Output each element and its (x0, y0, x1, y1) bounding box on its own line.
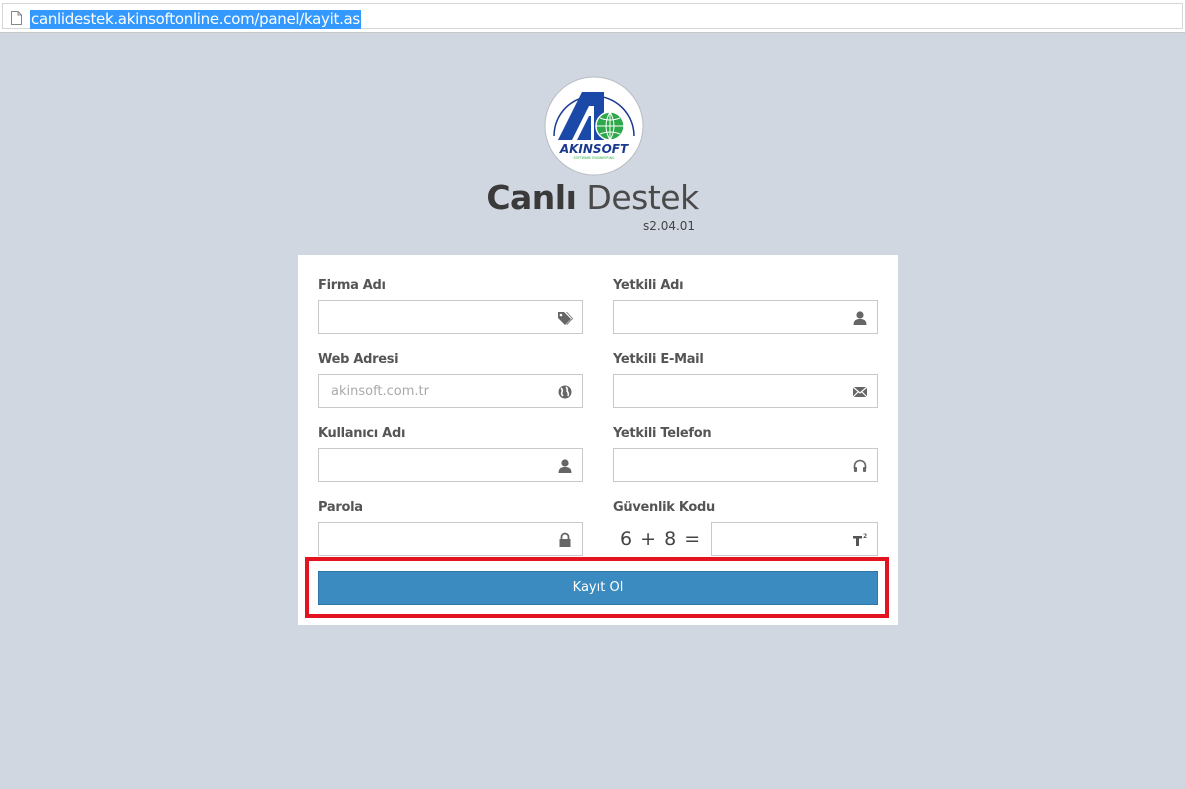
title-light: Destek (586, 178, 699, 217)
web-input[interactable] (319, 375, 582, 407)
yetkili-input[interactable] (614, 301, 877, 333)
telefon-input[interactable] (614, 449, 877, 481)
version-label: s2.04.01 (643, 219, 696, 233)
parola-field[interactable] (318, 522, 583, 556)
kullanici-input[interactable] (319, 449, 582, 481)
akinsoft-logo: AKINSOFT SOFTWARE ENGINEERING (544, 76, 644, 176)
kayit-ol-button[interactable]: Kayıt Ol (318, 571, 878, 605)
logo-text: AKINSOFT (559, 142, 629, 156)
kullanici-field[interactable] (318, 448, 583, 482)
web-field[interactable] (318, 374, 583, 408)
email-input[interactable] (614, 375, 877, 407)
globe-icon (558, 385, 572, 399)
firma-field[interactable] (318, 300, 583, 334)
user-icon (853, 311, 867, 325)
web-label: Web Adresi (318, 352, 399, 367)
page-title: Canlı Destek (0, 178, 1185, 217)
kullanici-label: Kullanıcı Adı (318, 426, 406, 441)
envelope-icon (852, 386, 868, 398)
url-field[interactable]: canlidestek.akinsoftonline.com/panel/kay… (2, 3, 1183, 29)
parola-input[interactable] (319, 523, 582, 555)
yetkili-label: Yetkili Adı (613, 278, 684, 293)
url-text[interactable]: canlidestek.akinsoftonline.com/panel/kay… (30, 10, 361, 29)
tags-icon (558, 312, 573, 325)
email-label: Yetkili E-Mail (613, 352, 704, 367)
captcha-question: 6 + 8 = (620, 528, 702, 550)
firma-input[interactable] (319, 301, 582, 333)
logo-tagline: SOFTWARE ENGINEERING (574, 156, 615, 160)
headphones-icon (853, 459, 867, 472)
registration-form: Firma Adı Yetkili Adı Web Adresi Yetkili… (298, 255, 898, 625)
firma-label: Firma Adı (318, 278, 386, 293)
telefon-field[interactable] (613, 448, 878, 482)
superscript-icon: 2 (853, 533, 867, 546)
svg-text:2: 2 (863, 533, 867, 540)
email-field[interactable] (613, 374, 878, 408)
guvenlik-field[interactable]: 2 (711, 522, 878, 556)
page-icon (11, 11, 22, 25)
address-bar: canlidestek.akinsoftonline.com/panel/kay… (0, 0, 1185, 33)
parola-label: Parola (318, 500, 363, 515)
yetkili-field[interactable] (613, 300, 878, 334)
lock-icon (559, 532, 571, 547)
user-icon (558, 459, 572, 473)
guvenlik-label: Güvenlik Kodu (613, 500, 715, 515)
title-bold: Canlı (486, 178, 577, 217)
telefon-label: Yetkili Telefon (613, 426, 712, 441)
